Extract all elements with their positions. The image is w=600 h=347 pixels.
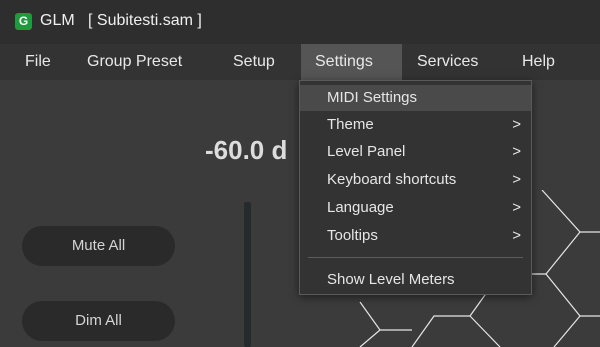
menu-item-label: Level Panel: [327, 143, 406, 160]
menu-item-level-panel[interactable]: Level Panel >: [300, 139, 531, 165]
title-bar: G GLM [ Subitesti.sam ]: [0, 0, 600, 44]
menu-item-midi-settings[interactable]: MIDI Settings: [300, 85, 531, 111]
menu-setup[interactable]: Setup: [222, 44, 286, 80]
submenu-chevron-icon: >: [512, 227, 521, 244]
menu-item-tooltips[interactable]: Tooltips >: [300, 223, 531, 249]
menu-item-keyboard-shortcuts[interactable]: Keyboard shortcuts >: [300, 167, 531, 193]
menu-settings[interactable]: Settings: [301, 44, 402, 80]
menu-services[interactable]: Services: [406, 44, 489, 80]
menu-item-show-level-meters[interactable]: Show Level Meters: [300, 267, 531, 293]
submenu-chevron-icon: >: [512, 143, 521, 160]
menu-item-label: Show Level Meters: [327, 271, 455, 288]
mute-all-button[interactable]: Mute All: [22, 226, 175, 266]
submenu-chevron-icon: >: [512, 116, 521, 133]
menu-item-label: Theme: [327, 116, 374, 133]
level-readout: -60.0 d: [205, 135, 288, 165]
settings-dropdown-menu: MIDI Settings Theme > Level Panel > Keyb…: [299, 80, 532, 295]
menu-item-label: Tooltips: [327, 227, 378, 244]
submenu-chevron-icon: >: [512, 199, 521, 216]
level-meter-bar: [244, 202, 251, 347]
menu-item-label: MIDI Settings: [327, 89, 418, 106]
menu-item-language[interactable]: Language >: [300, 195, 531, 221]
dim-all-button[interactable]: Dim All: [22, 301, 175, 341]
menu-item-theme[interactable]: Theme >: [300, 112, 531, 138]
menu-item-label: Keyboard shortcuts: [327, 171, 457, 188]
menu-item-label: Language: [327, 199, 394, 216]
menu-file[interactable]: File: [14, 44, 62, 80]
submenu-chevron-icon: >: [512, 171, 521, 188]
menu-separator: [308, 257, 523, 258]
menu-group-preset[interactable]: Group Preset: [76, 44, 193, 80]
glm-app-icon: G: [15, 13, 32, 30]
menu-bar: File Group Preset Setup Settings Service…: [0, 44, 600, 80]
menu-help[interactable]: Help: [511, 44, 566, 80]
glm-window: G GLM [ Subitesti.sam ] File Group Prese…: [0, 0, 600, 347]
window-title: GLM [ Subitesti.sam ]: [40, 12, 202, 29]
